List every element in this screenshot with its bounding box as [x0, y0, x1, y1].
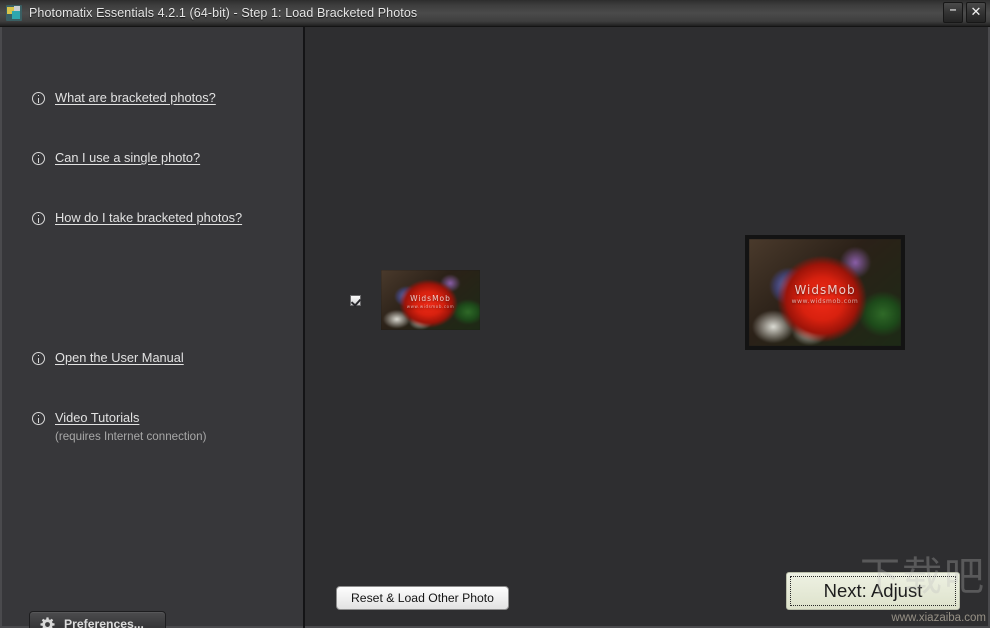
photo-select-checkbox[interactable] [350, 295, 361, 306]
sidebar-link-can-i-use-a-single-photo[interactable]: Can I use a single photo? [32, 150, 200, 165]
sidebar-link-open-the-user-manual[interactable]: Open the User Manual [32, 350, 184, 365]
sidebar-link-label[interactable]: What are bracketed photos? [55, 90, 216, 105]
window-title: Photomatix Essentials 4.2.1 (64-bit) - S… [29, 6, 417, 20]
minimize-button[interactable]: – [943, 2, 963, 23]
source-photo-row: WidsMob www.widsmob.com [350, 270, 480, 330]
gear-icon [40, 617, 55, 628]
photomatix-app-icon [6, 5, 22, 21]
close-button[interactable]: ✕ [966, 2, 986, 23]
sidebar-link-label[interactable]: Open the User Manual [55, 350, 184, 365]
sidebar-link-what-are-bracketed-photos[interactable]: What are bracketed photos? [32, 90, 216, 105]
sidebar-link-label[interactable]: Can I use a single photo? [55, 150, 200, 165]
sidebar-link-label[interactable]: How do I take bracketed photos? [55, 210, 242, 225]
preferences-label: Preferences... [64, 617, 144, 628]
sidebar-link-how-do-i-take-bracketed-photos[interactable]: How do I take bracketed photos? [32, 210, 242, 225]
info-icon [32, 412, 45, 425]
source-photo-thumbnail[interactable]: WidsMob www.widsmob.com [381, 270, 480, 330]
sidebar-link-label[interactable]: Video Tutorials [55, 410, 139, 425]
window-controls: – ✕ [943, 2, 986, 23]
video-tutorials-note: (requires Internet connection) [55, 430, 206, 443]
next-adjust-button[interactable]: Next: Adjust [786, 572, 960, 610]
photo-image [381, 270, 480, 330]
main-content-area: WidsMob www.widsmob.com WidsMob www.wids… [305, 27, 990, 628]
preferences-button[interactable]: Preferences... [29, 611, 166, 628]
preview-photo[interactable]: WidsMob www.widsmob.com [749, 239, 901, 346]
info-icon [32, 352, 45, 365]
reset-and-load-other-photo-button[interactable]: Reset & Load Other Photo [336, 586, 509, 610]
photo-image [749, 239, 901, 346]
info-icon [32, 92, 45, 105]
sidebar-link-video-tutorials[interactable]: Video Tutorials [32, 410, 139, 425]
next-adjust-label: Next: Adjust [824, 580, 923, 602]
preview-photo-frame[interactable]: WidsMob www.widsmob.com [745, 235, 905, 350]
info-icon [32, 152, 45, 165]
info-icon [32, 212, 45, 225]
photomatix-window: Photomatix Essentials 4.2.1 (64-bit) - S… [0, 0, 990, 628]
title-bar: Photomatix Essentials 4.2.1 (64-bit) - S… [0, 0, 990, 27]
left-sidebar: What are bracketed photos? Can I use a s… [0, 27, 303, 628]
